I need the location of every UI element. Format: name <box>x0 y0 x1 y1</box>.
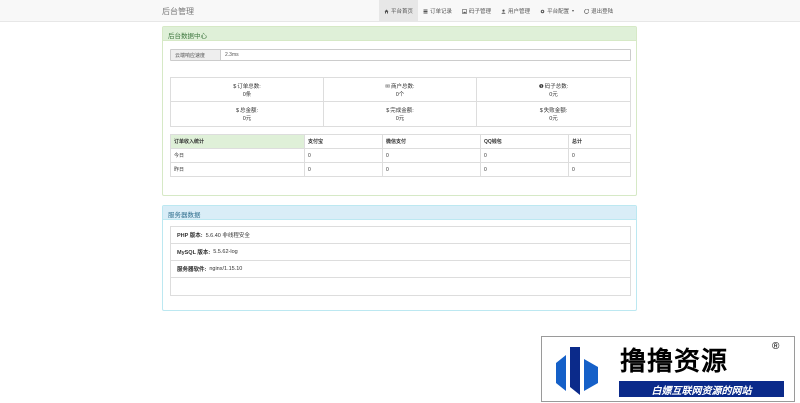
stat-value: 0个 <box>395 92 405 98</box>
dollar-icon: $ <box>539 108 543 114</box>
table-cell: 0 <box>568 162 631 177</box>
dashboard-panel: 后台数据中心 云端响应速度 2.3ms $订单总数: 0条 ✉商户总数: 0个 … <box>162 26 637 196</box>
home-icon <box>384 9 389 13</box>
income-table-header: 订单收入统计 支付宝 微信支付 QQ钱包 总计 <box>170 134 631 149</box>
speed-field[interactable]: 2.3ms <box>221 50 630 60</box>
code-icon: ❶ <box>538 84 544 90</box>
table-cell: 0 <box>480 148 569 163</box>
gear-icon <box>540 9 545 13</box>
watermark-title: 撸撸资源 <box>620 347 729 377</box>
stat-failed-amount: $失败金额: 0元 <box>477 102 630 126</box>
watermark-subtitle: 白嫖互联网资源的网站 <box>619 381 784 397</box>
stat-value: 0元 <box>549 92 558 98</box>
table-cell: 0 <box>382 162 481 177</box>
list-item <box>171 278 630 295</box>
speed-input-group: 云端响应速度 2.3ms <box>170 49 631 61</box>
stat-label: 总金额: <box>240 108 259 114</box>
nav-item-config[interactable]: 平台配置 <box>535 0 579 22</box>
nav-item-label: 码子管理 <box>469 9 492 15</box>
table-cell: 今日 <box>170 148 305 163</box>
server-info-label: PHP 版本: <box>177 233 203 239</box>
registered-icon: ® <box>772 341 780 352</box>
dollar-icon: $ <box>386 108 390 114</box>
column-header: 微信支付 <box>382 134 481 149</box>
column-header: 订单收入统计 <box>170 134 305 149</box>
stat-label: 码子总数: <box>544 84 569 90</box>
table-row: 今日 0 0 0 0 <box>170 148 631 163</box>
table-cell: 0 <box>568 148 631 163</box>
list-item: 服务器软件: nginx/1.15.10 <box>171 261 630 278</box>
table-cell: 昨日 <box>170 162 305 177</box>
stat-value: 0元 <box>395 116 405 122</box>
stat-label: 失败金额: <box>543 108 568 114</box>
server-info-list: PHP 版本: 5.6.40 非线程安全 MySQL 版本: 5.5.62-lo… <box>170 226 631 296</box>
nav-item-label: 订单记录 <box>430 9 453 15</box>
nav-item-users[interactable]: 用户管理 <box>496 0 535 22</box>
logout-icon <box>584 8 589 14</box>
server-panel-title: 服务器数据 <box>163 206 636 220</box>
merchant-icon: ✉ <box>385 84 391 90</box>
nav-item-label: 平台配置 <box>547 9 570 15</box>
stat-value: 0条 <box>242 92 252 98</box>
top-navbar: 后台管理 平台首页 订单记录 码子管理 用户管理 平台配置 退出登陆 <box>0 0 800 22</box>
stat-total-amount: $总金额: 0元 <box>171 102 324 126</box>
nav-item-label: 平台首页 <box>391 9 414 15</box>
user-icon <box>501 9 506 14</box>
server-info-value: 5.6.40 非线程安全 <box>205 233 250 239</box>
server-info-value: nginx/1.15.10 <box>209 266 243 272</box>
yen-icon: $ <box>233 84 237 90</box>
stats-grid: $订单总数: 0条 ✉商户总数: 0个 ❶码子总数: 0元 $总金额: 0元 $… <box>170 77 631 127</box>
stat-completed-amount: $完成金额: 0元 <box>324 102 477 126</box>
server-info-value: 5.5.62-log <box>213 249 238 255</box>
server-info-label: MySQL 版本: <box>177 250 211 256</box>
nav-item-home[interactable]: 平台首页 <box>379 0 419 22</box>
column-header: 支付宝 <box>304 134 383 149</box>
dashboard-panel-title: 后台数据中心 <box>163 27 636 41</box>
watermark: 撸撸资源 ® 白嫖互联网资源的网站 <box>541 336 795 402</box>
stat-merchants: ✉商户总数: 0个 <box>324 78 477 102</box>
table-cell: 0 <box>382 148 481 163</box>
nav-item-logout[interactable]: 退出登陆 <box>579 0 618 22</box>
dollar-icon: $ <box>235 108 240 114</box>
main-nav: 平台首页 订单记录 码子管理 用户管理 平台配置 退出登陆 <box>379 0 618 22</box>
nav-item-label: 退出登陆 <box>591 9 614 15</box>
brand-title[interactable]: 后台管理 <box>162 6 194 17</box>
table-cell: 0 <box>304 162 383 177</box>
list-item: PHP 版本: 5.6.40 非线程安全 <box>171 227 630 244</box>
stat-value: 0元 <box>549 116 558 122</box>
nav-item-label: 用户管理 <box>508 9 531 15</box>
server-info-label: 服务器软件: <box>177 267 207 273</box>
chevron-down-icon <box>572 10 575 12</box>
image-icon <box>462 8 467 14</box>
stat-label: 商户总数: <box>391 84 415 90</box>
stat-label: 完成金额: <box>390 108 414 114</box>
list-icon <box>423 9 428 13</box>
list-item: MySQL 版本: 5.5.62-log <box>171 244 630 261</box>
income-table: 订单收入统计 支付宝 微信支付 QQ钱包 总计 今日 0 0 0 0 昨日 0 … <box>170 134 631 177</box>
speed-label: 云端响应速度 <box>171 50 221 60</box>
nav-item-codes[interactable]: 码子管理 <box>457 0 496 22</box>
stat-orders: $订单总数: 0条 <box>171 78 324 102</box>
column-header: QQ钱包 <box>480 134 569 149</box>
table-row: 昨日 0 0 0 0 <box>170 162 631 177</box>
table-cell: 0 <box>304 148 383 163</box>
column-header: 总计 <box>568 134 631 149</box>
nav-item-orders[interactable]: 订单记录 <box>418 0 457 22</box>
table-cell: 0 <box>480 162 569 177</box>
stat-value: 0元 <box>242 116 252 122</box>
stat-codes: ❶码子总数: 0元 <box>477 78 630 102</box>
watermark-logo-icon <box>556 347 598 395</box>
stat-label: 订单总数: <box>237 84 261 90</box>
server-panel: 服务器数据 PHP 版本: 5.6.40 非线程安全 MySQL 版本: 5.5… <box>162 205 637 311</box>
